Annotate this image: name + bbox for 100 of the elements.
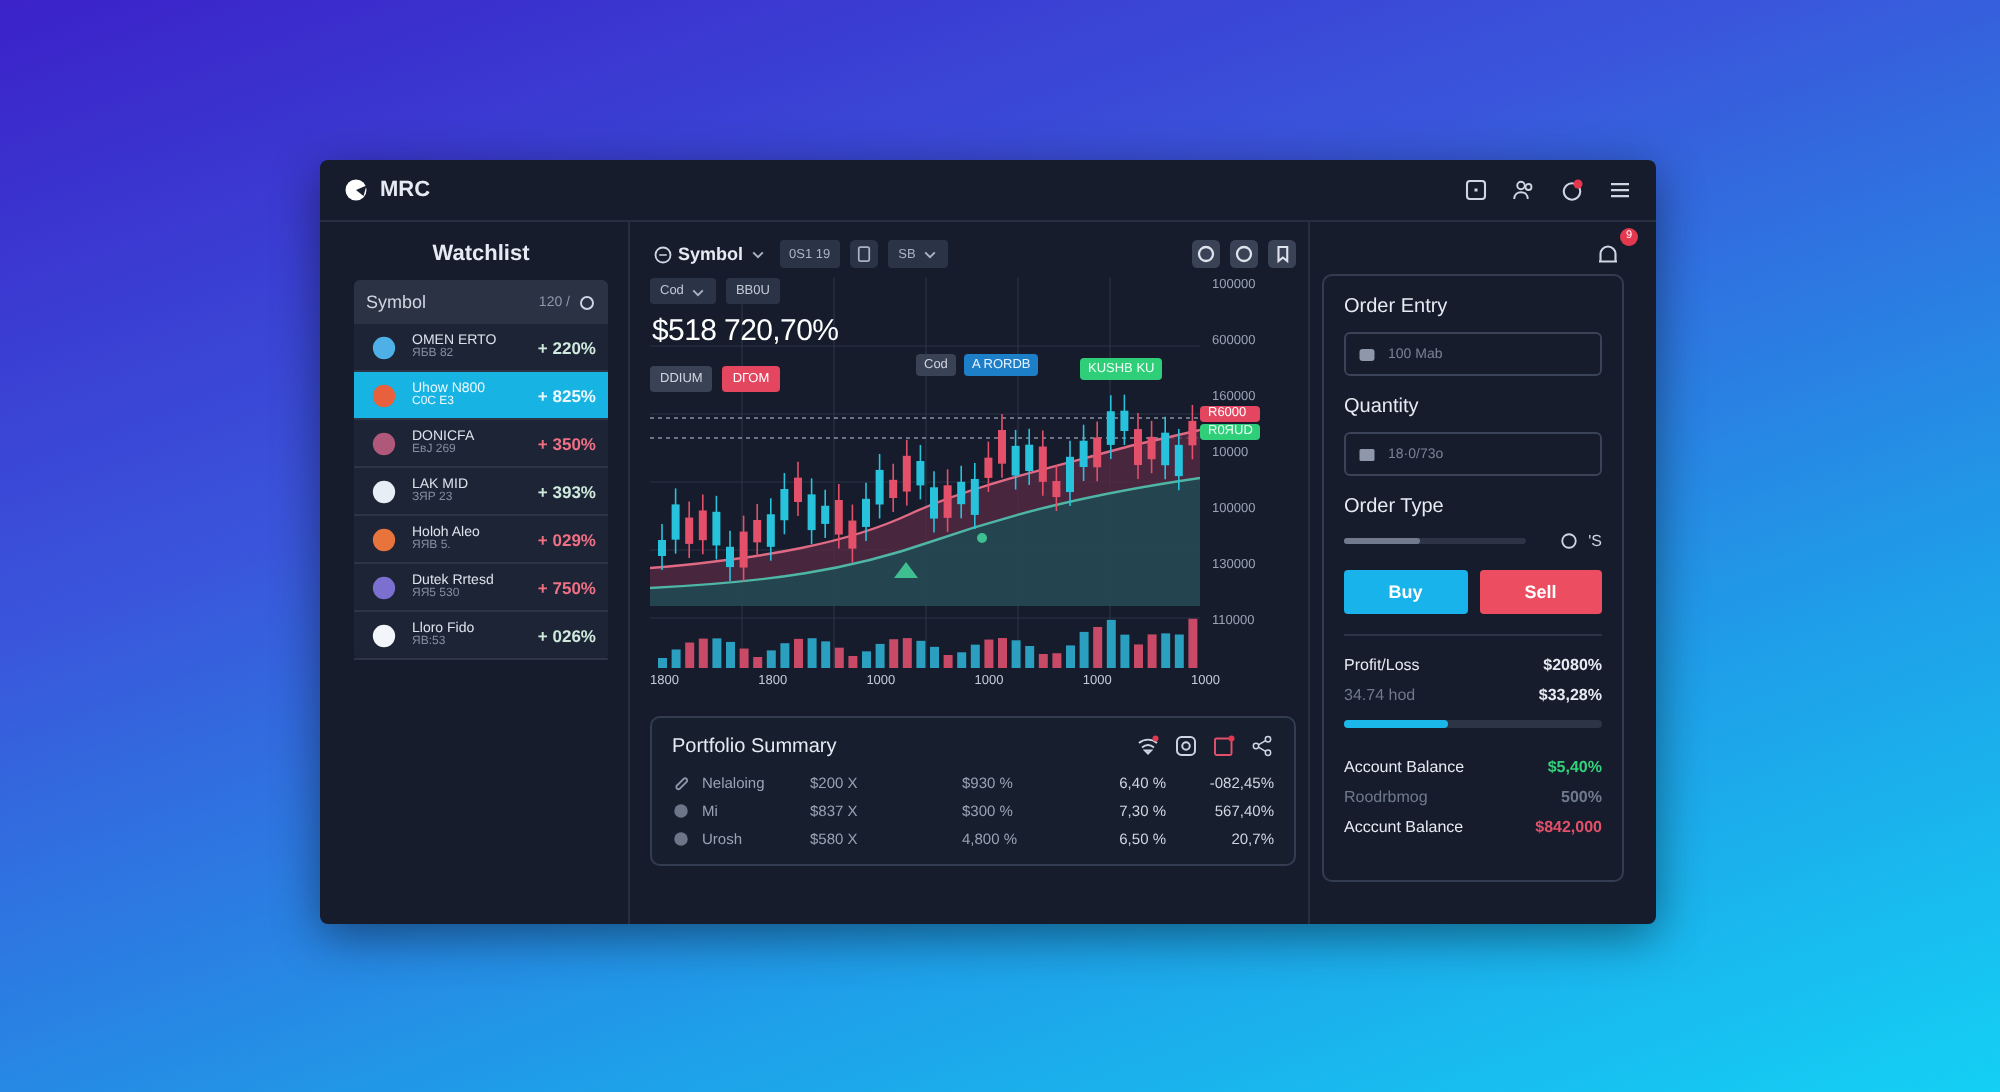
candle (1161, 415, 1170, 481)
volume-bar (848, 656, 858, 668)
volume-bar (658, 658, 667, 668)
users-icon[interactable] (1512, 178, 1536, 202)
candle (998, 413, 1006, 479)
volume-bar (875, 643, 885, 668)
balance-label: Acccunt Balance (1344, 817, 1464, 835)
toggle-circle-icon[interactable] (1560, 532, 1579, 550)
logo-icon (344, 178, 368, 202)
volume-bar (984, 639, 994, 668)
portfolio-title: Portfolio Summary (672, 735, 837, 757)
candle (1079, 423, 1088, 482)
buy-signal-icon (894, 562, 918, 578)
profit-loss-label: Profit/Loss (1344, 655, 1420, 673)
candle (1106, 394, 1115, 460)
candle (1134, 412, 1142, 480)
share-icon[interactable] (1250, 734, 1274, 758)
price-change: + 026% (537, 625, 596, 645)
settings-icon[interactable] (578, 293, 596, 311)
candle (984, 440, 993, 493)
volume-bar (1120, 634, 1130, 668)
period-label: 34.74 hod (1344, 685, 1416, 703)
zoom-out-icon[interactable] (1230, 240, 1258, 268)
volume-bar (821, 641, 831, 668)
candle (1188, 404, 1197, 461)
candle (821, 488, 830, 539)
volume-bar (1147, 634, 1157, 668)
volume-bar (794, 638, 803, 668)
column-label: Symbol (366, 292, 427, 312)
candle (1038, 429, 1047, 497)
period-value: $33,28% (1538, 685, 1602, 703)
balance-label: Roodrbmog (1344, 787, 1428, 805)
candle (1120, 393, 1129, 446)
sell-button[interactable]: Sell (1479, 570, 1602, 614)
candle (726, 530, 734, 582)
volume-bar (1161, 633, 1171, 668)
volume-bar (1188, 618, 1198, 668)
candle (658, 523, 666, 571)
volume-bar (1011, 640, 1021, 668)
balance-value: $842,000 (1535, 817, 1602, 835)
volume-bar (1174, 634, 1184, 668)
volume-bar (1066, 645, 1075, 668)
order-entry-title: Order Entry (1344, 296, 1450, 318)
camera-icon[interactable] (1174, 734, 1198, 758)
volume-bar (712, 638, 722, 668)
candle (671, 487, 680, 555)
symbol-selector[interactable]: Symbol (650, 244, 770, 264)
volume-bar (726, 641, 735, 668)
volume-bar (780, 643, 790, 668)
volume-bar (1079, 631, 1089, 668)
volume-bar (970, 644, 980, 668)
order-type-suffix: 'S (1588, 532, 1602, 550)
volume-bar (998, 638, 1007, 668)
candle (875, 453, 884, 520)
price-change: + 393% (537, 481, 596, 501)
order-type-slider[interactable] (1344, 538, 1527, 544)
bell-icon[interactable] (1596, 242, 1620, 266)
window-icon[interactable] (1464, 178, 1488, 202)
candle (834, 483, 843, 550)
volume-bar (889, 639, 899, 668)
profit-loss-value: $2080% (1543, 655, 1602, 673)
candle (889, 463, 898, 513)
caret-icon (749, 246, 766, 262)
minus-circle-icon (654, 245, 672, 263)
signal-dot-icon (977, 533, 987, 543)
zoom-in-icon[interactable] (1192, 240, 1220, 268)
indicator-icon[interactable] (850, 240, 879, 268)
volume-bar (916, 640, 926, 668)
candle (739, 514, 748, 583)
price-change: + 825% (537, 385, 596, 405)
price-change: + 029% (537, 529, 596, 549)
balance-value: $5,40% (1547, 757, 1602, 775)
balance-label: Account Balance (1344, 757, 1465, 775)
link-icon (672, 773, 690, 791)
caret-icon (921, 246, 938, 262)
candle (753, 503, 762, 558)
wifi-icon[interactable] (1136, 734, 1160, 758)
volume-bar (671, 649, 681, 668)
bookmark-icon[interactable] (1268, 240, 1296, 268)
balance-value: 500% (1561, 787, 1602, 805)
candle (1093, 420, 1102, 483)
volume-bar (1052, 653, 1062, 668)
menu-icon[interactable] (1608, 178, 1632, 202)
volume-bar (902, 638, 912, 668)
volume-bar (766, 650, 776, 668)
asset-dot-icon (672, 829, 690, 847)
watchlist-title: Watchlist (430, 242, 532, 266)
candle (930, 470, 938, 534)
candle (766, 497, 775, 562)
volume-bar (807, 638, 817, 668)
candle (1066, 440, 1074, 507)
candle (970, 462, 979, 530)
volume-bar (1106, 619, 1116, 668)
volume-bar (1093, 626, 1103, 668)
notification-icon[interactable] (1560, 178, 1584, 202)
candle (1052, 464, 1061, 512)
candle (916, 444, 925, 501)
volume-bar (739, 648, 749, 668)
volume-bar (685, 642, 695, 668)
price-change: + 350% (537, 433, 596, 453)
